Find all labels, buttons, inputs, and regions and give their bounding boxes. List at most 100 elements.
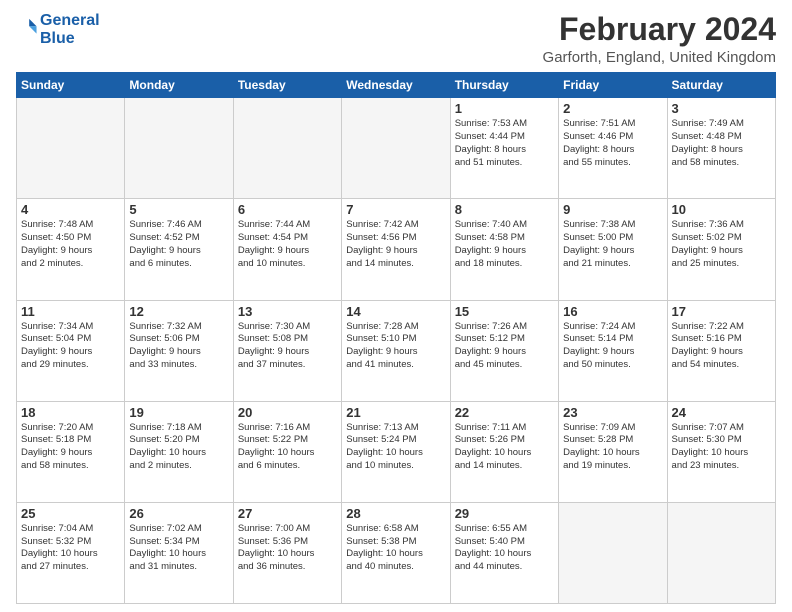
day-number: 9 bbox=[563, 202, 662, 217]
day-info: Sunrise: 7:00 AMSunset: 5:36 PMDaylight:… bbox=[238, 523, 337, 574]
calendar-day-header: Tuesday bbox=[233, 73, 341, 98]
day-info: Sunrise: 7:02 AMSunset: 5:34 PMDaylight:… bbox=[129, 523, 228, 574]
calendar-table: SundayMondayTuesdayWednesdayThursdayFrid… bbox=[16, 72, 776, 604]
calendar-week-row: 11 Sunrise: 7:34 AMSunset: 5:04 PMDayligh… bbox=[17, 300, 776, 401]
day-number: 7 bbox=[346, 202, 445, 217]
day-number: 22 bbox=[455, 405, 554, 420]
calendar-day-cell: 18Sunrise: 7:20 AMSunset: 5:18 PMDayligh… bbox=[17, 401, 125, 502]
calendar-day-cell: 10 Sunrise: 7:36 AMSunset: 5:02 PMDayligh… bbox=[667, 199, 775, 300]
calendar-day-cell: 11 Sunrise: 7:34 AMSunset: 5:04 PMDayligh… bbox=[17, 300, 125, 401]
day-info: Sunrise: 6:58 AMSunset: 5:38 PMDaylight:… bbox=[346, 523, 445, 574]
calendar-day-cell bbox=[342, 98, 450, 199]
calendar-day-cell: 14Sunrise: 7:28 AMSunset: 5:10 PMDayligh… bbox=[342, 300, 450, 401]
logo-text: General Blue bbox=[40, 12, 100, 47]
calendar-day-cell: 20Sunrise: 7:16 AMSunset: 5:22 PMDayligh… bbox=[233, 401, 341, 502]
calendar-day-header: Sunday bbox=[17, 73, 125, 98]
day-number: 17 bbox=[672, 304, 771, 319]
calendar-day-cell: 26Sunrise: 7:02 AMSunset: 5:34 PMDayligh… bbox=[125, 502, 233, 603]
day-number: 4 bbox=[21, 202, 120, 217]
logo-icon bbox=[16, 16, 38, 38]
day-info: Sunrise: 7:30 AMSunset: 5:08 PMDaylight:… bbox=[238, 321, 337, 372]
day-info: Sunrise: 7:53 AMSunset: 4:44 PMDaylight:… bbox=[455, 118, 554, 169]
calendar-day-cell bbox=[559, 502, 667, 603]
day-number: 13 bbox=[238, 304, 337, 319]
logo-line2: Blue bbox=[40, 30, 75, 47]
day-info: Sunrise: 7:11 AMSunset: 5:26 PMDaylight:… bbox=[455, 422, 554, 473]
calendar-day-cell: 23Sunrise: 7:09 AMSunset: 5:28 PMDayligh… bbox=[559, 401, 667, 502]
title-sub: Garforth, England, United Kingdom bbox=[543, 49, 776, 66]
logo-line1: General bbox=[40, 12, 100, 29]
calendar-day-cell: 13 Sunrise: 7:30 AMSunset: 5:08 PMDayligh… bbox=[233, 300, 341, 401]
day-number: 25 bbox=[21, 506, 120, 521]
title-main: February 2024 bbox=[543, 12, 776, 47]
day-info: Sunrise: 7:04 AMSunset: 5:32 PMDaylight:… bbox=[21, 523, 120, 574]
calendar-day-cell: 15 Sunrise: 7:26 AMSunset: 5:12 PMDayligh… bbox=[450, 300, 558, 401]
calendar-day-cell: 21 Sunrise: 7:13 AMSunset: 5:24 PMDayligh… bbox=[342, 401, 450, 502]
day-info: Sunrise: 7:07 AMSunset: 5:30 PMDaylight:… bbox=[672, 422, 771, 473]
calendar-day-cell: 19 Sunrise: 7:18 AMSunset: 5:20 PMDayligh… bbox=[125, 401, 233, 502]
calendar-day-header: Friday bbox=[559, 73, 667, 98]
calendar-day-cell bbox=[233, 98, 341, 199]
day-number: 19 bbox=[129, 405, 228, 420]
calendar-day-cell: 29 Sunrise: 6:55 AMSunset: 5:40 PMDayligh… bbox=[450, 502, 558, 603]
calendar-day-cell: 22 Sunrise: 7:11 AMSunset: 5:26 PMDayligh… bbox=[450, 401, 558, 502]
calendar-header-row: SundayMondayTuesdayWednesdayThursdayFrid… bbox=[17, 73, 776, 98]
day-number: 10 bbox=[672, 202, 771, 217]
calendar-day-cell: 1 Sunrise: 7:53 AMSunset: 4:44 PMDaylight… bbox=[450, 98, 558, 199]
calendar-week-row: 4Sunrise: 7:48 AMSunset: 4:50 PMDaylight… bbox=[17, 199, 776, 300]
day-info: Sunrise: 7:24 AMSunset: 5:14 PMDaylight:… bbox=[563, 321, 662, 372]
day-info: Sunrise: 7:36 AMSunset: 5:02 PMDaylight:… bbox=[672, 219, 771, 270]
day-number: 8 bbox=[455, 202, 554, 217]
day-info: Sunrise: 7:22 AMSunset: 5:16 PMDaylight:… bbox=[672, 321, 771, 372]
day-info: Sunrise: 7:40 AMSunset: 4:58 PMDaylight:… bbox=[455, 219, 554, 270]
day-number: 3 bbox=[672, 101, 771, 116]
day-number: 6 bbox=[238, 202, 337, 217]
day-number: 24 bbox=[672, 405, 771, 420]
calendar-day-cell bbox=[125, 98, 233, 199]
page: General Blue February 2024 Garforth, Eng… bbox=[0, 0, 792, 612]
day-number: 29 bbox=[455, 506, 554, 521]
calendar-day-cell: 24 Sunrise: 7:07 AMSunset: 5:30 PMDayligh… bbox=[667, 401, 775, 502]
calendar-day-cell: 25 Sunrise: 7:04 AMSunset: 5:32 PMDayligh… bbox=[17, 502, 125, 603]
day-info: Sunrise: 7:18 AMSunset: 5:20 PMDaylight:… bbox=[129, 422, 228, 473]
calendar-week-row: 1 Sunrise: 7:53 AMSunset: 4:44 PMDaylight… bbox=[17, 98, 776, 199]
day-number: 14 bbox=[346, 304, 445, 319]
day-number: 20 bbox=[238, 405, 337, 420]
calendar-day-cell: 27Sunrise: 7:00 AMSunset: 5:36 PMDayligh… bbox=[233, 502, 341, 603]
day-info: Sunrise: 6:55 AMSunset: 5:40 PMDaylight:… bbox=[455, 523, 554, 574]
header: General Blue February 2024 Garforth, Eng… bbox=[16, 12, 776, 66]
calendar-day-cell: 6 Sunrise: 7:44 AMSunset: 4:54 PMDaylight… bbox=[233, 199, 341, 300]
day-info: Sunrise: 7:49 AMSunset: 4:48 PMDaylight:… bbox=[672, 118, 771, 169]
day-info: Sunrise: 7:42 AMSunset: 4:56 PMDaylight:… bbox=[346, 219, 445, 270]
calendar-day-header: Saturday bbox=[667, 73, 775, 98]
calendar-day-cell: 8 Sunrise: 7:40 AMSunset: 4:58 PMDaylight… bbox=[450, 199, 558, 300]
calendar-day-cell bbox=[17, 98, 125, 199]
calendar-day-cell: 28 Sunrise: 6:58 AMSunset: 5:38 PMDayligh… bbox=[342, 502, 450, 603]
calendar-day-cell: 17 Sunrise: 7:22 AMSunset: 5:16 PMDayligh… bbox=[667, 300, 775, 401]
calendar-day-cell: 7 Sunrise: 7:42 AMSunset: 4:56 PMDaylight… bbox=[342, 199, 450, 300]
calendar-day-cell: 5Sunrise: 7:46 AMSunset: 4:52 PMDaylight… bbox=[125, 199, 233, 300]
day-number: 28 bbox=[346, 506, 445, 521]
calendar-day-cell: 16 Sunrise: 7:24 AMSunset: 5:14 PMDayligh… bbox=[559, 300, 667, 401]
day-info: Sunrise: 7:26 AMSunset: 5:12 PMDaylight:… bbox=[455, 321, 554, 372]
day-number: 5 bbox=[129, 202, 228, 217]
day-number: 16 bbox=[563, 304, 662, 319]
calendar-day-cell: 9 Sunrise: 7:38 AMSunset: 5:00 PMDaylight… bbox=[559, 199, 667, 300]
calendar-week-row: 18Sunrise: 7:20 AMSunset: 5:18 PMDayligh… bbox=[17, 401, 776, 502]
day-number: 15 bbox=[455, 304, 554, 319]
day-info: Sunrise: 7:51 AMSunset: 4:46 PMDaylight:… bbox=[563, 118, 662, 169]
day-info: Sunrise: 7:20 AMSunset: 5:18 PMDaylight:… bbox=[21, 422, 120, 473]
day-info: Sunrise: 7:44 AMSunset: 4:54 PMDaylight:… bbox=[238, 219, 337, 270]
day-number: 21 bbox=[346, 405, 445, 420]
day-info: Sunrise: 7:38 AMSunset: 5:00 PMDaylight:… bbox=[563, 219, 662, 270]
day-info: Sunrise: 7:34 AMSunset: 5:04 PMDaylight:… bbox=[21, 321, 120, 372]
day-number: 11 bbox=[21, 304, 120, 319]
day-number: 1 bbox=[455, 101, 554, 116]
calendar-day-cell: 3 Sunrise: 7:49 AMSunset: 4:48 PMDaylight… bbox=[667, 98, 775, 199]
day-info: Sunrise: 7:09 AMSunset: 5:28 PMDaylight:… bbox=[563, 422, 662, 473]
calendar-day-cell: 2Sunrise: 7:51 AMSunset: 4:46 PMDaylight… bbox=[559, 98, 667, 199]
day-info: Sunrise: 7:32 AMSunset: 5:06 PMDaylight:… bbox=[129, 321, 228, 372]
day-info: Sunrise: 7:13 AMSunset: 5:24 PMDaylight:… bbox=[346, 422, 445, 473]
day-number: 12 bbox=[129, 304, 228, 319]
calendar-week-row: 25 Sunrise: 7:04 AMSunset: 5:32 PMDayligh… bbox=[17, 502, 776, 603]
